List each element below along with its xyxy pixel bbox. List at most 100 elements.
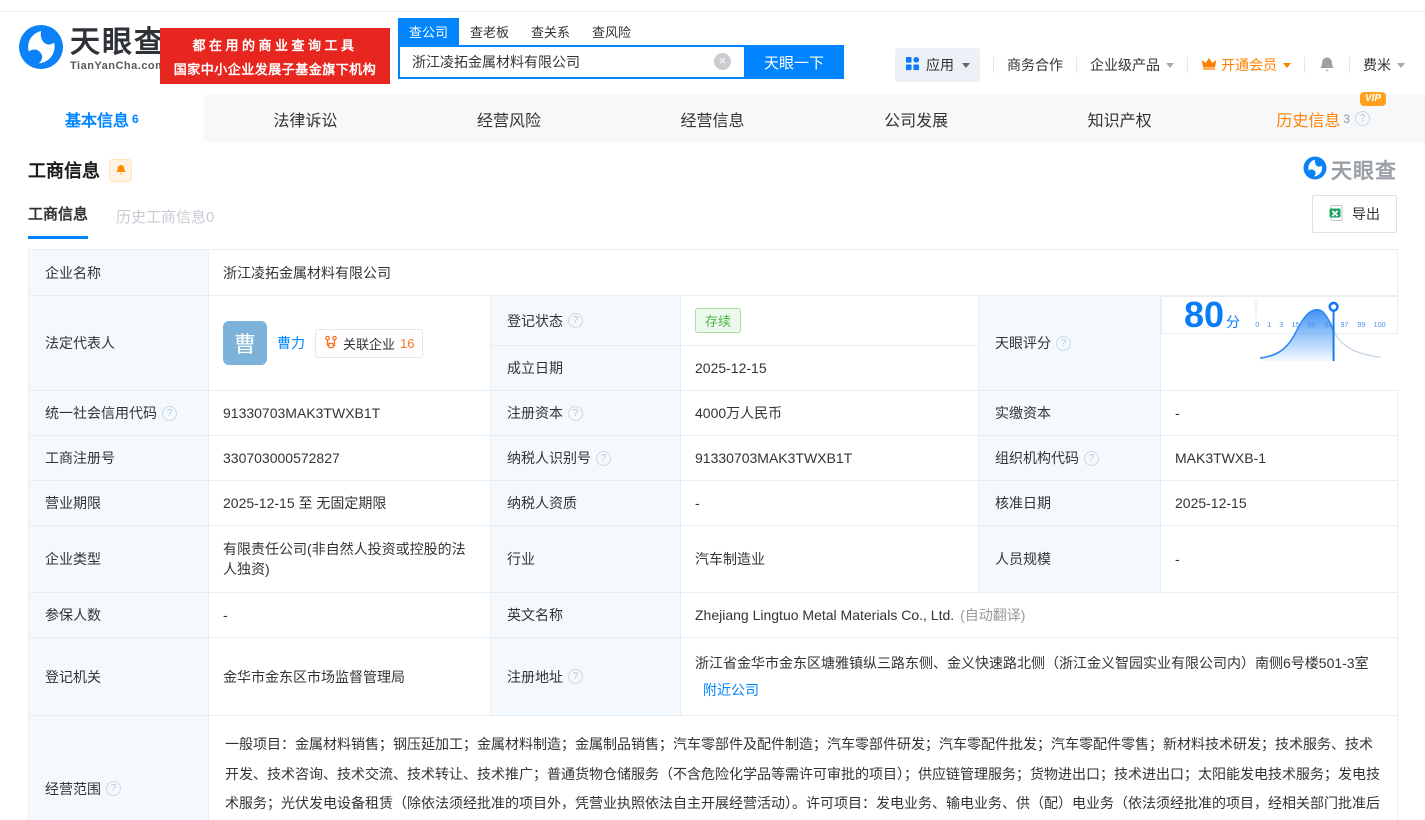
watermark-logo: 天眼查: [1303, 155, 1397, 185]
help-icon[interactable]: ?: [162, 406, 177, 421]
divider: [1076, 57, 1077, 73]
apps-menu[interactable]: 应用: [895, 48, 980, 82]
help-icon[interactable]: ?: [1355, 111, 1370, 126]
row-registration-authority: 登记机关 金华市金东区市场监督管理局 注册地址? 浙江省金华市金东区塘雅镇纵三路…: [29, 638, 1398, 716]
nav-enterprise-products[interactable]: 企业级产品: [1090, 55, 1174, 75]
score-number: 80: [1184, 297, 1224, 333]
subtab-history-business-info[interactable]: 历史工商信息0: [116, 206, 214, 239]
chevron-down-icon: [1397, 63, 1405, 68]
industry-label: 行业: [491, 526, 681, 593]
chevron-down-icon: [1283, 63, 1291, 68]
legal-rep-name-link[interactable]: 曹力: [277, 333, 305, 353]
related-count: 16: [400, 336, 414, 351]
help-icon[interactable]: ?: [596, 451, 611, 466]
row-insured-count: 参保人数 - 英文名称 Zhejiang Lingtuo Metal Mater…: [29, 593, 1398, 638]
tab-label: 经营风险: [477, 107, 541, 131]
tianyancha-logo-icon: [1303, 156, 1327, 185]
tab-intellectual-property[interactable]: 知识产权: [1018, 95, 1222, 142]
search-tab-risk[interactable]: 查风险: [581, 18, 642, 45]
score-distribution-chart: 0131550859799100: [1255, 301, 1387, 329]
divider: [1187, 57, 1188, 73]
taxpayer-id-value: 91330703MAK3TWXB1T: [681, 436, 979, 481]
apps-grid-icon: [905, 56, 920, 74]
user-menu[interactable]: 费米: [1363, 55, 1405, 75]
reg-no-value: 330703000572827: [209, 436, 491, 481]
help-icon[interactable]: ?: [568, 669, 583, 684]
nearby-companies-link[interactable]: 附近公司: [703, 682, 759, 698]
help-icon[interactable]: ?: [568, 313, 583, 328]
related-companies-badge[interactable]: 关联企业 16: [315, 329, 423, 358]
taxpayer-quality-value: -: [681, 481, 979, 526]
notification-bell[interactable]: [1318, 56, 1336, 74]
help-icon[interactable]: ?: [568, 406, 583, 421]
help-icon[interactable]: ?: [1084, 451, 1099, 466]
score-unit: 分: [1226, 312, 1240, 332]
reg-status-label: 登记状态?: [491, 296, 681, 346]
help-icon[interactable]: ?: [1056, 336, 1071, 351]
tab-label: 经营信息: [681, 107, 745, 131]
org-code-label: 组织机构代码?: [979, 436, 1161, 481]
english-name-label: 英文名称: [491, 593, 681, 638]
staff-size-label: 人员规模: [979, 526, 1161, 593]
search-input[interactable]: [398, 45, 744, 79]
excel-icon: [1329, 205, 1345, 224]
network-icon: [324, 335, 338, 352]
paid-capital-label: 实缴资本: [979, 391, 1161, 436]
scope-label: 经营范围?: [29, 716, 209, 820]
promo-banner: 都在用的商业查询工具 国家中小企业发展子基金旗下机构: [160, 28, 390, 84]
row-company-name: 企业名称 浙江凌拓金属材料有限公司: [29, 250, 1398, 296]
chevron-down-icon: [1166, 63, 1174, 68]
legal-rep-label: 法定代表人: [29, 296, 209, 391]
subscribe-bell-icon[interactable]: [109, 159, 132, 182]
subtab-business-info[interactable]: 工商信息: [28, 203, 88, 239]
search-tab-relation[interactable]: 查关系: [520, 18, 581, 45]
row-company-type: 企业类型 有限责任公司(非自然人投资或控股的法人独资) 行业 汽车制造业 人员规…: [29, 526, 1398, 593]
logo-title: 天眼查: [70, 28, 166, 58]
legal-rep-avatar[interactable]: 曹: [223, 321, 267, 365]
tab-company-development[interactable]: 公司发展: [814, 95, 1018, 142]
site-logo[interactable]: 天眼查 TianYanCha.com: [18, 24, 166, 75]
tab-label: 历史信息: [1276, 107, 1340, 131]
tab-history-info[interactable]: 历史信息 3 ? VIP: [1221, 95, 1425, 142]
taxpayer-id-label: 纳税人识别号?: [491, 436, 681, 481]
address-label: 注册地址?: [491, 638, 681, 716]
divider: [1304, 57, 1305, 73]
help-icon[interactable]: ?: [106, 781, 121, 796]
site-header: 天眼查 TianYanCha.com 都在用的商业查询工具 国家中小企业发展子基…: [0, 12, 1425, 95]
row-reg-number: 工商注册号 330703000572827 纳税人识别号? 91330703MA…: [29, 436, 1398, 481]
uscc-label: 统一社会信用代码?: [29, 391, 209, 436]
username: 费米: [1363, 55, 1391, 75]
row-legal-representative: 法定代表人 曹 曹力 关联企业 16 登记状态? 存续 天眼评分?: [29, 296, 1398, 346]
search-area: 查公司 查老板 查关系 查风险 × 天眼一下: [398, 17, 844, 79]
promo-line1: 都在用的商业查询工具: [172, 35, 378, 54]
tab-basic-info[interactable]: 基本信息 6: [0, 95, 204, 142]
search-tab-boss[interactable]: 查老板: [459, 18, 520, 45]
reg-authority-value: 金华市金东区市场监督管理局: [209, 638, 491, 716]
clear-search-icon[interactable]: ×: [714, 53, 731, 70]
score-label: 天眼评分?: [979, 296, 1161, 391]
company-name-value: 浙江凌拓金属材料有限公司: [209, 250, 1398, 296]
company-name-label: 企业名称: [29, 250, 209, 296]
status-badge: 存续: [695, 308, 741, 333]
subtab-row: 工商信息 历史工商信息0 导出: [28, 203, 1397, 239]
est-date-label: 成立日期: [491, 346, 681, 391]
nav-cooperation[interactable]: 商务合作: [1007, 55, 1063, 75]
biz-term-label: 营业期限: [29, 481, 209, 526]
related-label: 关联企业: [343, 334, 395, 353]
search-tab-company[interactable]: 查公司: [398, 18, 459, 45]
vip-badge: VIP: [1360, 92, 1386, 106]
tab-legal-proceedings[interactable]: 法律诉讼: [204, 95, 408, 142]
nav-open-vip[interactable]: 开通会员: [1201, 55, 1291, 75]
score-curve-plot: [1255, 300, 1257, 318]
export-button[interactable]: 导出: [1312, 195, 1397, 233]
tab-label: 基本信息: [65, 107, 129, 131]
divider: [1349, 57, 1350, 73]
search-tabs: 查公司 查老板 查关系 查风险: [398, 17, 844, 45]
tab-label: 知识产权: [1088, 107, 1152, 131]
tab-count: 3: [1343, 112, 1350, 126]
search-button[interactable]: 天眼一下: [744, 45, 844, 79]
section-header: 工商信息 天眼查: [28, 157, 1397, 183]
industry-value: 汽车制造业: [681, 526, 979, 593]
tab-operating-info[interactable]: 经营信息: [611, 95, 815, 142]
tab-operating-risk[interactable]: 经营风险: [407, 95, 611, 142]
